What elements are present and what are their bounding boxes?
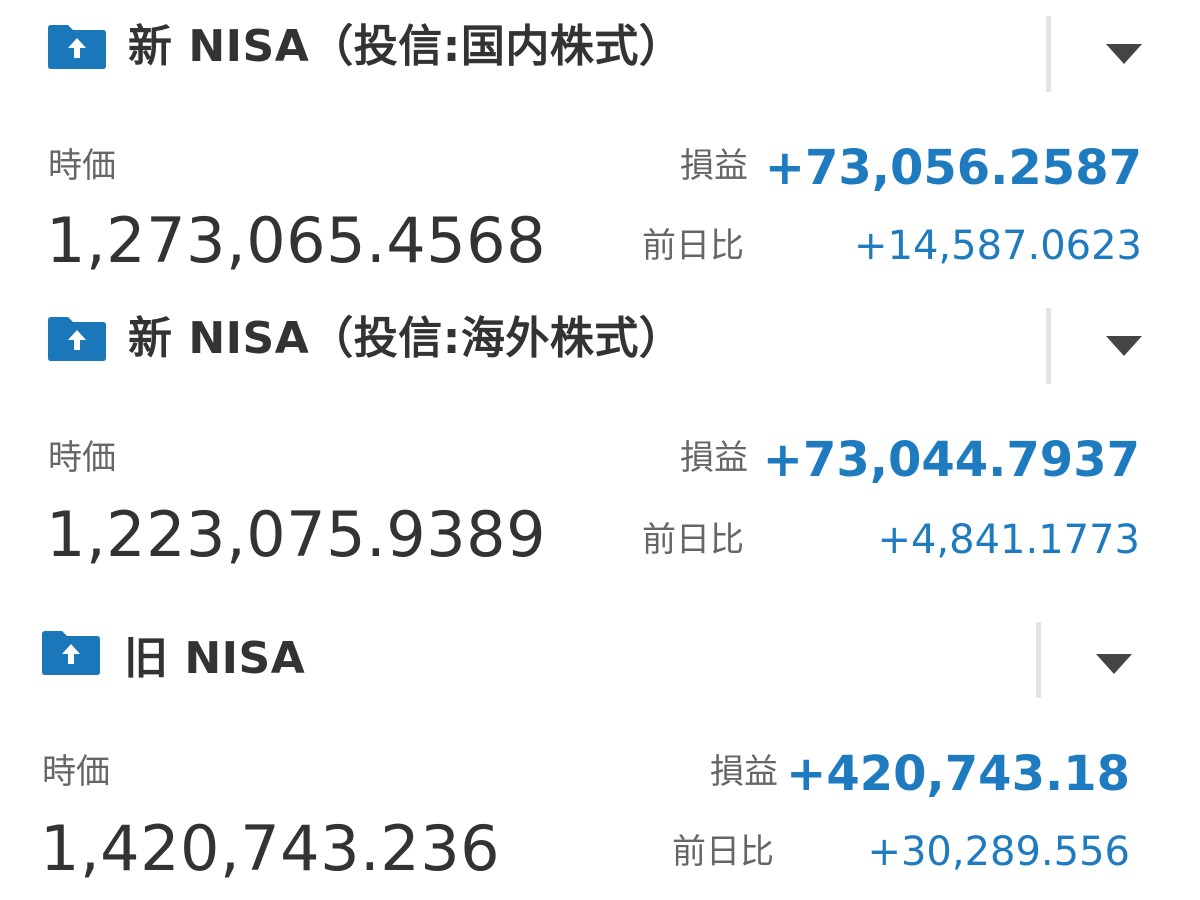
market-value: 1,273,065.4568 [46,204,547,277]
account-section-foreign: 新 NISA（投信:海外株式） 時価 1,223,075.9389 損益 +73… [0,308,1200,588]
profit-loss-label: 損益 [680,438,748,478]
account-title: 新 NISA（投信:国内株式） [128,21,684,72]
folder-upload-icon [48,317,106,361]
day-change-value: +14,587.0623 [854,223,1142,269]
profit-loss-value: +73,056.2587 [764,140,1142,196]
triangle-down-icon[interactable] [1104,38,1144,68]
account-section-legacy: 旧 NISA 時価 1,420,743.236 損益 +420,743.18 前… [0,622,1200,892]
profit-loss-label: 損益 [680,146,748,186]
triangle-down-icon[interactable] [1094,648,1134,678]
market-value-label: 時価 [48,146,116,186]
day-change-value: +4,841.1773 [877,517,1140,563]
header-divider [1046,16,1051,92]
account-title: 新 NISA（投信:海外株式） [128,313,684,364]
market-value-label: 時価 [48,438,116,478]
account-title: 旧 NISA [124,633,306,684]
profit-loss-value: +420,743.18 [786,746,1130,802]
account-section-domestic: 新 NISA（投信:国内株式） 時価 1,273,065.4568 損益 +73… [0,16,1200,296]
market-value: 1,223,075.9389 [46,498,547,571]
folder-upload-icon [42,631,100,675]
profit-loss-value: +73,044.7937 [762,432,1140,488]
header-divider [1046,308,1051,384]
folder-upload-icon [48,25,106,69]
triangle-down-icon[interactable] [1104,330,1144,360]
market-value-label: 時価 [42,752,110,792]
header-divider [1036,622,1041,698]
account-header[interactable]: 新 NISA（投信:国内株式） [0,16,1200,92]
market-value: 1,420,743.236 [40,812,501,885]
day-change-label: 前日比 [672,832,774,872]
day-change-value: +30,289.556 [867,829,1130,875]
day-change-label: 前日比 [642,520,744,560]
day-change-label: 前日比 [642,226,744,266]
account-header[interactable]: 旧 NISA [0,622,1200,698]
account-header[interactable]: 新 NISA（投信:海外株式） [0,308,1200,384]
profit-loss-label: 損益 [710,752,778,792]
